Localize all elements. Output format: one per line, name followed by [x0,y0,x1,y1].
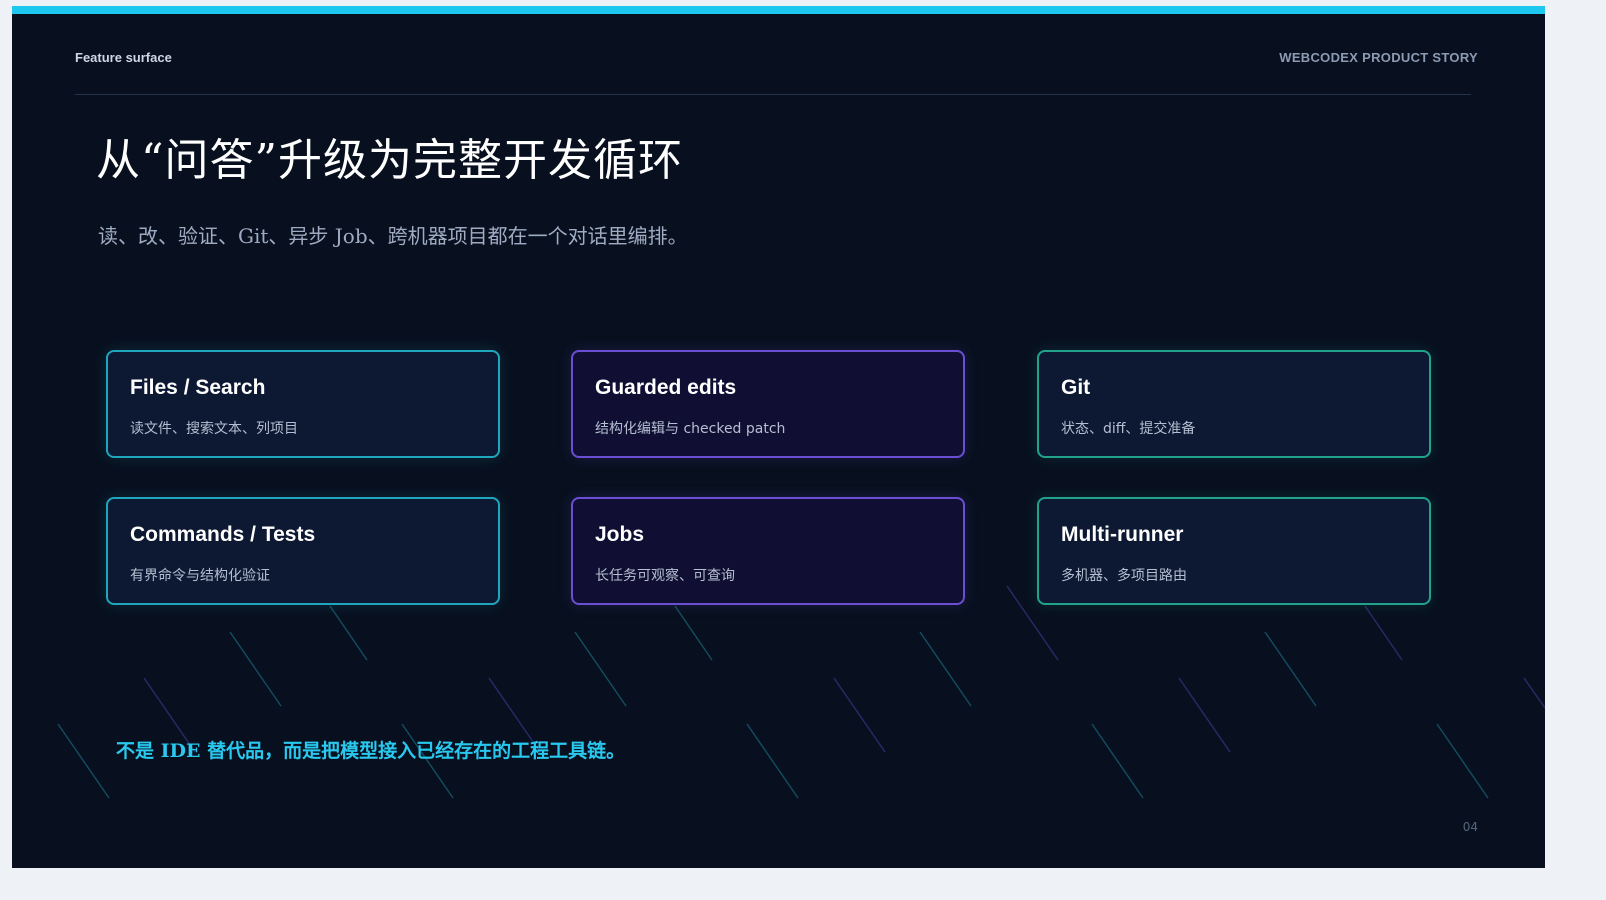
card-description: 读文件、搜索文本、列项目 [130,421,298,437]
card-description: 长任务可观察、可查询 [595,568,735,584]
card-title: Commands / Tests [130,523,316,546]
feature-card-guarded-edits: Guarded edits 结构化编辑与 checked patch [571,350,965,458]
feature-card-multi-runner: Multi-runner 多机器、多项目路由 [1037,497,1431,605]
card-description: 多机器、多项目路由 [1061,568,1187,584]
card-title: Guarded edits [595,376,737,399]
slide-subtitle: 读、改、验证、Git、异步 Job、跨机器项目都在一个对话里编排。 [98,224,688,248]
page-number: 04 [1462,820,1478,834]
card-title: Jobs [595,523,645,546]
feature-card-files-search: Files / Search 读文件、搜索文本、列项目 [106,350,500,458]
slide-title: 从“问答”升级为完整开发循环 [96,135,683,186]
section-kicker: Feature surface [75,50,172,65]
tagline: 不是 IDE 替代品，而是把模型接入已经存在的工程工具链。 [116,740,626,762]
feature-card-git: Git 状态、diff、提交准备 [1037,350,1431,458]
card-description: 结构化编辑与 checked patch [595,421,786,437]
card-description: 有界命令与结构化验证 [130,568,270,584]
card-description: 状态、diff、提交准备 [1061,421,1196,437]
card-title: Files / Search [130,376,266,399]
brand-label: WEBCODEX PRODUCT STORY [1279,50,1478,65]
slide: Feature surface WEBCODEX PRODUCT STORY 从… [12,6,1545,868]
feature-card-jobs: Jobs 长任务可观察、可查询 [571,497,965,605]
feature-card-commands-tests: Commands / Tests 有界命令与结构化验证 [106,497,500,605]
card-title: Git [1061,376,1091,399]
header-divider [75,94,1471,95]
card-title: Multi-runner [1061,523,1184,546]
